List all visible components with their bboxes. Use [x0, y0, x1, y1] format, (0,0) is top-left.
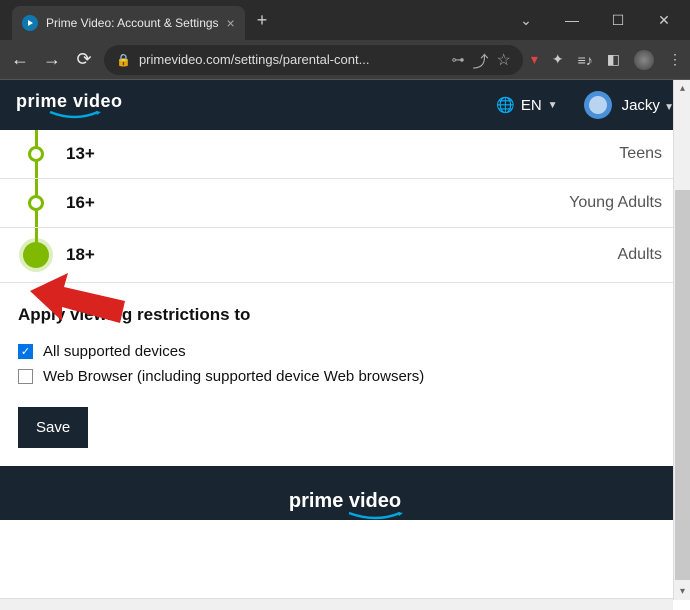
footer-logo[interactable]: prime video: [285, 490, 405, 520]
browser-tab[interactable]: Prime Video: Account & Settings ×: [12, 6, 245, 40]
save-button[interactable]: Save: [18, 407, 88, 448]
age-rating-row[interactable]: 16+ Young Adults: [0, 179, 690, 228]
browser-toolbar: ← → ⟳ 🔒 primevideo.com/settings/parental…: [0, 40, 690, 80]
age-rating-row[interactable]: 13+ Teens: [0, 130, 690, 179]
browser-tab-bar: Prime Video: Account & Settings × + ⌄ — …: [0, 0, 690, 40]
menu-icon[interactable]: ⋮: [668, 51, 682, 68]
maximize-icon[interactable]: ☐: [604, 12, 632, 29]
reading-list-icon[interactable]: ≡♪: [578, 52, 593, 68]
header-right: 🌐 EN ▼ Jacky ▼: [496, 91, 674, 119]
age-marker-icon: [28, 146, 44, 162]
checkbox-label: Web Browser (including supported device …: [43, 368, 424, 385]
age-description: Adults: [618, 246, 662, 264]
extensions-icon[interactable]: ✦: [552, 51, 564, 68]
age-description: Young Adults: [569, 194, 662, 212]
checkbox-row: ✓ All supported devices: [0, 339, 690, 364]
extension-icon-1[interactable]: ▾: [531, 51, 538, 68]
scroll-up-icon[interactable]: ▴: [675, 80, 690, 97]
age-label: 16+: [66, 193, 95, 213]
toolbar-icons: ▾ ✦ ≡♪ ◧ ⋮: [531, 50, 682, 70]
minimize-icon[interactable]: —: [558, 12, 586, 28]
close-tab-icon[interactable]: ×: [227, 15, 235, 31]
user-name-label: Jacky: [622, 97, 660, 114]
star-icon[interactable]: ☆: [496, 50, 510, 70]
prime-video-logo[interactable]: prime video: [16, 91, 123, 120]
close-window-icon[interactable]: ✕: [650, 12, 678, 29]
password-key-icon[interactable]: ⊶: [451, 52, 464, 68]
side-panel-icon[interactable]: ◧: [607, 51, 620, 68]
prime-video-header: prime video 🌐 EN ▼ Jacky ▼: [0, 80, 690, 130]
checkbox-label: All supported devices: [43, 343, 186, 360]
back-button[interactable]: ←: [8, 49, 32, 70]
age-marker-selected-icon: [23, 242, 49, 268]
reload-button[interactable]: ⟳: [72, 49, 96, 70]
scroll-down-icon[interactable]: ▾: [675, 583, 690, 600]
restrictions-title: Apply viewing restrictions to: [0, 283, 690, 339]
user-menu[interactable]: Jacky ▼: [622, 97, 674, 114]
age-rating-row[interactable]: 18+ Adults: [0, 228, 690, 283]
footer: prime video Terms and Privacy Notice Sen…: [0, 466, 690, 520]
window-controls: ⌄ — ☐ ✕: [512, 12, 686, 29]
tab-search-icon[interactable]: ⌄: [512, 12, 540, 29]
language-selector[interactable]: 🌐 EN ▼: [496, 96, 557, 114]
profile-extension-icon[interactable]: [634, 50, 654, 70]
smile-icon: [48, 110, 103, 120]
chevron-down-icon: ▼: [548, 100, 558, 111]
scroll-thumb[interactable]: [675, 190, 690, 580]
horizontal-scrollbar[interactable]: [0, 598, 673, 610]
content-area: 13+ Teens 16+ Young Adults 18+ Adults Ap…: [0, 130, 690, 520]
age-rating-list: 13+ Teens 16+ Young Adults 18+ Adults: [0, 130, 690, 283]
age-label: 18+: [66, 245, 95, 265]
lock-icon: 🔒: [116, 53, 131, 67]
avatar[interactable]: [584, 91, 612, 119]
prime-video-favicon: [22, 15, 38, 31]
forward-button[interactable]: →: [40, 49, 64, 70]
url-bar[interactable]: 🔒 primevideo.com/settings/parental-cont.…: [104, 45, 523, 75]
age-marker-icon: [28, 195, 44, 211]
age-description: Teens: [619, 145, 662, 163]
globe-icon: 🌐: [496, 96, 515, 114]
language-label: EN: [521, 97, 542, 114]
age-label: 13+: [66, 144, 95, 164]
checkbox-row: Web Browser (including supported device …: [0, 364, 690, 389]
all-devices-checkbox[interactable]: ✓: [18, 344, 33, 359]
tab-title: Prime Video: Account & Settings: [46, 16, 219, 30]
vertical-scrollbar[interactable]: ▴ ▾: [673, 80, 690, 600]
web-browser-checkbox[interactable]: [18, 369, 33, 384]
url-text: primevideo.com/settings/parental-cont...: [139, 52, 370, 67]
new-tab-button[interactable]: +: [257, 10, 268, 31]
share-icon[interactable]: ⤴: [472, 48, 488, 72]
